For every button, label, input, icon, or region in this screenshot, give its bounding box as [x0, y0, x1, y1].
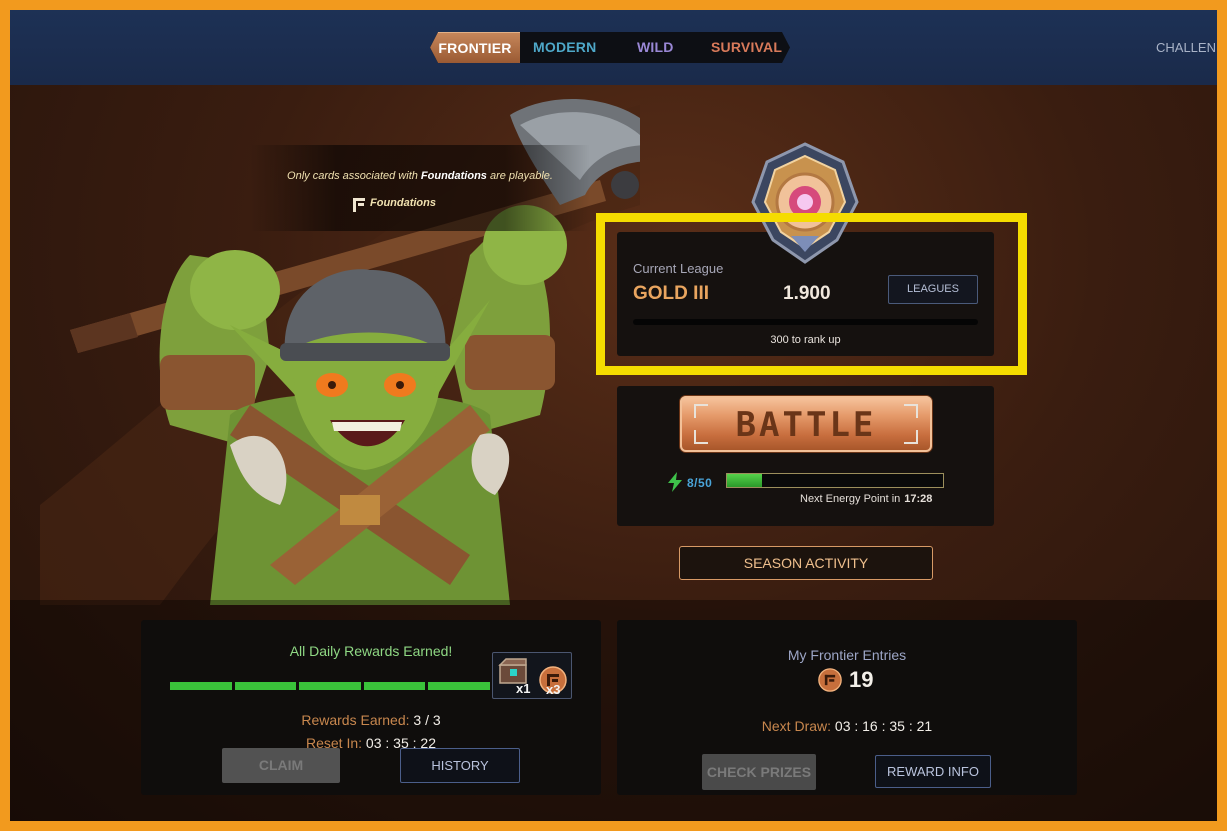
tab-modern[interactable]: MODERN	[533, 32, 596, 63]
check-prizes-button[interactable]: CHECK PRIZES	[702, 754, 816, 790]
daily-rewards-panel: All Daily Rewards Earned! x1 x3 Rewards …	[141, 620, 601, 795]
challenge-link[interactable]: CHALLEN	[1156, 40, 1216, 55]
tab-frontier[interactable]: FRONTIER	[430, 32, 520, 63]
next-draw-value: 03 : 16 : 35 : 21	[834, 718, 933, 734]
notice-suffix: are playable.	[486, 170, 553, 182]
claim-button[interactable]: CLAIM	[222, 748, 340, 783]
lightning-energy-icon	[668, 472, 682, 492]
rewards-earned-value: 3 / 3	[413, 712, 441, 728]
progress-segment	[299, 682, 361, 690]
notice-set-name: Foundations	[420, 170, 487, 182]
reward-chest-qty: x1	[516, 681, 531, 696]
next-energy-info: Next Energy Point in 17:28	[800, 493, 932, 505]
energy-progress-bar	[726, 473, 944, 488]
reward-info-button[interactable]: REWARD INFO	[875, 755, 991, 788]
progress-segment	[428, 682, 490, 690]
notice-set-label: Foundations	[370, 197, 436, 209]
game-viewport: FRONTIER MODERN WILD SURVIVAL CHALLEN On…	[10, 10, 1217, 821]
tab-wild[interactable]: WILD	[637, 32, 674, 63]
progress-segment	[234, 682, 297, 690]
foundations-set-icon	[353, 198, 365, 212]
next-energy-time: 17:28	[904, 493, 933, 505]
energy-count: 8/50	[687, 476, 713, 490]
battle-button-label: BATTLE	[735, 405, 877, 445]
frontier-entries-title: My Frontier Entries	[787, 647, 907, 663]
game-mode-tabs: FRONTIER MODERN WILD SURVIVAL	[430, 32, 790, 63]
next-draw-label: Next Draw:	[761, 718, 832, 734]
season-activity-button[interactable]: SEASON ACTIVITY	[679, 546, 933, 580]
energy-progress-fill	[727, 474, 762, 487]
history-button[interactable]: HISTORY	[400, 748, 520, 783]
daily-rewards-progress	[170, 682, 490, 690]
next-draw-row: Next Draw: 03 : 16 : 35 : 21	[617, 718, 1077, 734]
frontier-ticket-icon	[818, 668, 842, 692]
format-restriction-notice: Only cards associated with Foundations a…	[250, 145, 590, 231]
tab-survival[interactable]: SURVIVAL	[711, 32, 782, 63]
next-energy-label: Next Energy Point in	[800, 493, 901, 505]
daily-reward-items[interactable]: x1 x3	[492, 652, 572, 699]
frontier-entries-panel: My Frontier Entries 19 Next Draw: 03 : 1…	[617, 620, 1077, 795]
league-highlight-frame	[596, 213, 1027, 375]
frontier-entries-count: 19	[849, 667, 874, 692]
rewards-earned-row: Rewards Earned: 3 / 3	[141, 712, 601, 728]
notice-prefix: Only cards associated with	[287, 170, 421, 182]
reset-timer-row: Reset In: 03 : 35 : 22	[141, 735, 601, 751]
battle-button[interactable]: BATTLE	[680, 396, 932, 452]
rewards-earned-label: Rewards Earned:	[301, 712, 410, 728]
reward-ticket-qty: x3	[546, 682, 561, 697]
progress-segment	[363, 682, 426, 690]
top-navigation-bar: FRONTIER MODERN WILD SURVIVAL CHALLEN	[10, 10, 1217, 85]
progress-segment	[170, 682, 232, 690]
